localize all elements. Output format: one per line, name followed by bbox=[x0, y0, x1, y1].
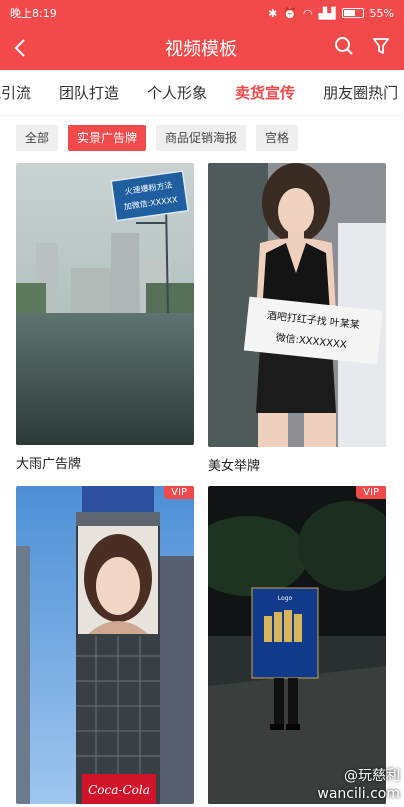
status-time: 晚上8:19 bbox=[10, 7, 57, 20]
coca-cola-sign: Coca-Cola bbox=[88, 783, 150, 797]
search-button[interactable] bbox=[334, 36, 354, 60]
template-card[interactable]: 酒吧打红子找 叶某某 微信:XXXXXXX 美女举牌 bbox=[208, 163, 386, 474]
chip-promo-poster[interactable]: 商品促销海报 bbox=[156, 125, 247, 151]
watermark: @玩慈利 wancili.com bbox=[317, 767, 400, 803]
wifi-icon: ◠ bbox=[303, 6, 313, 20]
battery-icon bbox=[341, 8, 364, 18]
bluetooth-icon: ✱ bbox=[268, 6, 278, 20]
status-icons: ✱ ⏰ ◠ ▟▟ 55% bbox=[268, 7, 394, 20]
filter-button[interactable] bbox=[372, 36, 390, 60]
card-caption: 美女举牌 bbox=[208, 459, 261, 474]
chip-billboard[interactable]: 实景广告牌 bbox=[68, 125, 147, 151]
search-icon bbox=[335, 37, 353, 55]
alarm-icon: ⏰ bbox=[283, 6, 298, 20]
template-card[interactable]: 火速爆粉方法 加微信:XXXXX 大雨广告牌 bbox=[16, 163, 194, 473]
tab-personal-image[interactable]: 个人形象 bbox=[133, 70, 221, 115]
tab-team[interactable]: 团队打造 bbox=[45, 70, 133, 115]
watermark-line-1: @玩慈利 bbox=[344, 768, 400, 784]
card-thumbnail: Coca-Cola VIP bbox=[16, 486, 194, 804]
tab-moments[interactable]: 朋友圈热门 bbox=[309, 70, 404, 115]
poster-board-text: Logo bbox=[278, 595, 293, 602]
chip-all[interactable]: 全部 bbox=[16, 125, 59, 151]
card-caption: 大雨广告牌 bbox=[16, 457, 82, 472]
signal-icon: ▟▟ bbox=[318, 6, 336, 20]
card-thumbnail: 火速爆粉方法 加微信:XXXXX bbox=[16, 163, 194, 445]
category-tabs: 流引流 团队打造 个人形象 卖货宣传 朋友圈热门 bbox=[0, 70, 404, 116]
template-card[interactable]: Coca-Cola VIP bbox=[16, 486, 194, 804]
tab-sales-promo[interactable]: 卖货宣传 bbox=[221, 70, 309, 115]
battery-percent: 55% bbox=[369, 6, 394, 20]
filter-icon bbox=[373, 38, 389, 54]
chip-grid[interactable]: 宫格 bbox=[256, 125, 299, 151]
watermark-line-2: wancili.com bbox=[317, 786, 400, 802]
template-card[interactable]: Logo VIP bbox=[208, 486, 386, 804]
nav-bar: 视频模板 bbox=[0, 26, 404, 70]
card-thumbnail: 酒吧打红子找 叶某某 微信:XXXXXXX bbox=[208, 163, 386, 447]
filter-chips: 全部 实景广告牌 商品促销海报 宫格 bbox=[16, 125, 299, 151]
card-thumbnail: Logo VIP bbox=[208, 486, 386, 804]
vip-badge: VIP bbox=[356, 486, 386, 499]
status-bar: 晚上8:19 ✱ ⏰ ◠ ▟▟ 55% bbox=[0, 0, 404, 26]
back-arrow-icon bbox=[14, 39, 25, 57]
tab-traffic[interactable]: 流引流 bbox=[0, 70, 45, 115]
page-title: 视频模板 bbox=[165, 39, 237, 60]
vip-badge: VIP bbox=[164, 486, 194, 499]
back-button[interactable] bbox=[0, 26, 40, 70]
